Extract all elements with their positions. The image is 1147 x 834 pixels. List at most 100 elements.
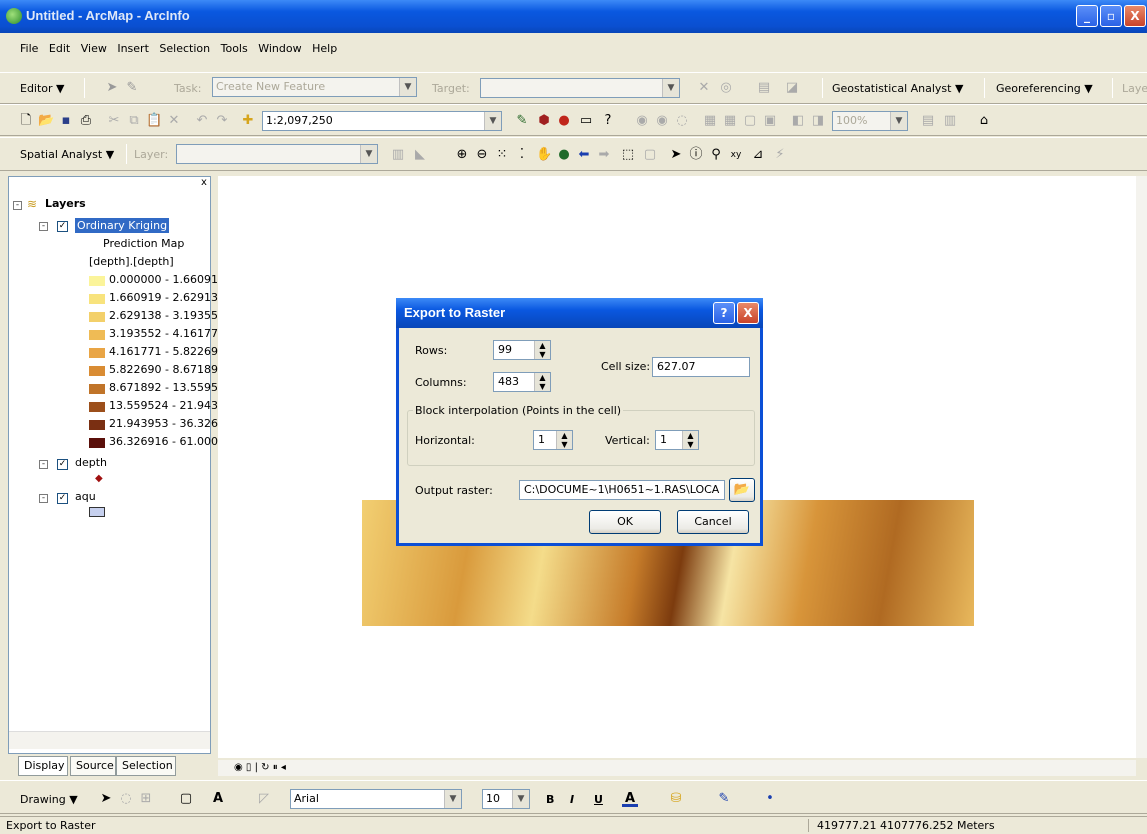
browse-folder-button[interactable]: 📂: [729, 478, 755, 502]
layers-root[interactable]: Layers: [45, 197, 86, 210]
horizontal-input[interactable]: 1 ▲ ▼: [533, 430, 573, 450]
georef-fit-icon[interactable]: ▢: [742, 113, 758, 129]
select-elements-icon[interactable]: ➤: [668, 147, 684, 163]
command-line-icon[interactable]: ▭: [578, 113, 594, 129]
toolbox-icon[interactable]: ⌂: [976, 113, 992, 129]
font-color-icon[interactable]: A: [622, 791, 638, 807]
zoom-percent-combo[interactable]: 100% ▼: [832, 111, 908, 131]
font-size-combo[interactable]: 10 ▼: [482, 789, 530, 809]
task-combo[interactable]: Create New Feature ▼: [212, 77, 417, 97]
attributes-icon[interactable]: ▤: [756, 80, 772, 96]
select-elements-icon[interactable]: ➤: [98, 791, 114, 807]
layout-prev-icon[interactable]: ◧: [790, 113, 806, 129]
layer-aqu[interactable]: aqu: [75, 490, 96, 503]
copy-icon[interactable]: ⧉: [126, 113, 142, 129]
aqu-collapse-icon[interactable]: -: [39, 494, 48, 503]
italic-button[interactable]: I: [570, 793, 574, 806]
sketch-pencil-icon[interactable]: ✎: [124, 80, 140, 96]
bold-button[interactable]: B: [546, 793, 554, 806]
drawing-dropdown[interactable]: Drawing ▼: [20, 793, 78, 806]
delete-icon[interactable]: ✕: [166, 113, 182, 129]
menu-edit[interactable]: Edit: [49, 42, 70, 55]
tab-source[interactable]: Source: [70, 756, 116, 776]
georef-table-icon[interactable]: ▣: [762, 113, 778, 129]
fixed-zoom-in-icon[interactable]: ⁙: [494, 147, 510, 163]
layer-combo[interactable]: ▼: [176, 144, 378, 164]
zoom-out-icon[interactable]: ⊖: [474, 147, 490, 163]
layer-depth[interactable]: depth: [75, 456, 107, 469]
previous-extent-icon[interactable]: ⬅: [576, 147, 592, 163]
page-view-icon[interactable]: ▤: [920, 113, 936, 129]
save-icon[interactable]: ▪: [58, 113, 74, 129]
georef-shift-icon[interactable]: ▦: [722, 113, 738, 129]
rows-input[interactable]: 99 ▲ ▼: [493, 340, 551, 360]
new-document-icon[interactable]: 🗋: [18, 113, 34, 129]
vertical-input[interactable]: 1 ▲ ▼: [655, 430, 699, 450]
target-combo[interactable]: ▼: [480, 78, 680, 98]
next-extent-icon[interactable]: ➡: [596, 147, 612, 163]
georeferencing-dropdown[interactable]: Georeferencing ▼: [996, 82, 1093, 95]
callout-icon[interactable]: ◸: [256, 791, 272, 807]
menu-tools[interactable]: Tools: [221, 42, 248, 55]
undo-icon[interactable]: ↶: [194, 113, 210, 129]
histogram-icon[interactable]: ▥: [390, 147, 406, 163]
sketch-properties-icon[interactable]: ◎: [718, 80, 734, 96]
page-width-icon[interactable]: ▥: [942, 113, 958, 129]
hyperlink-icon[interactable]: ⚡: [772, 147, 788, 163]
line-color-icon[interactable]: ✎: [716, 791, 732, 807]
menu-selection[interactable]: Selection: [159, 42, 210, 55]
map-vertical-scrollbar[interactable]: [1136, 176, 1147, 758]
dialog-close-button[interactable]: X: [737, 302, 759, 324]
cancel-button[interactable]: Cancel: [677, 510, 749, 534]
tab-display[interactable]: Display: [18, 756, 68, 776]
add-data-icon[interactable]: ✚: [240, 113, 256, 129]
layer-ordinary-kriging[interactable]: Ordinary Kriging: [75, 218, 170, 233]
cell-size-input[interactable]: 627.07: [652, 357, 750, 377]
layers-collapse-icon[interactable]: -: [13, 201, 22, 210]
full-extent-globe-icon[interactable]: ●: [556, 147, 572, 163]
aqu-checkbox[interactable]: ✓: [57, 493, 68, 504]
menu-insert[interactable]: Insert: [117, 42, 149, 55]
text-tool-icon[interactable]: A: [210, 791, 226, 807]
zoom-whole-page-icon[interactable]: ⊞: [138, 791, 154, 807]
arccatalog-icon[interactable]: ●: [556, 113, 572, 129]
cut-icon[interactable]: ✂: [106, 113, 122, 129]
layout-next-icon[interactable]: ◨: [810, 113, 826, 129]
geostatistical-analyst-dropdown[interactable]: Geostatistical Analyst ▼: [832, 82, 963, 95]
rectangle-icon[interactable]: ▢: [178, 791, 194, 807]
rotate-icon[interactable]: ◌: [118, 791, 134, 807]
delete-sketch-icon[interactable]: ✕: [696, 80, 712, 96]
topology-icon[interactable]: ◪: [784, 80, 800, 96]
georef-scale-icon[interactable]: ▦: [702, 113, 718, 129]
georef-tools-icon[interactable]: ◉: [634, 113, 650, 129]
redo-icon[interactable]: ↷: [214, 113, 230, 129]
go-to-xy-icon[interactable]: xy: [728, 147, 744, 163]
print-icon[interactable]: ⎙: [78, 113, 94, 129]
minimize-button[interactable]: _: [1076, 5, 1098, 27]
zoom-in-icon[interactable]: ⊕: [454, 147, 470, 163]
columns-input[interactable]: 483 ▲ ▼: [493, 372, 551, 392]
fixed-zoom-out-icon[interactable]: ⁚: [514, 147, 530, 163]
ordinary-kriging-collapse-icon[interactable]: -: [39, 222, 48, 231]
menu-help[interactable]: Help: [312, 42, 337, 55]
whats-this-icon[interactable]: ?: [600, 113, 616, 129]
ok-button[interactable]: OK: [589, 510, 661, 534]
menu-window[interactable]: Window: [258, 42, 301, 55]
menu-file[interactable]: File: [20, 42, 38, 55]
identify-slope-icon[interactable]: ◣: [412, 147, 428, 163]
depth-checkbox[interactable]: ✓: [57, 459, 68, 470]
output-raster-input[interactable]: C:\DOCUME~1\H0651~1.RAS\LOCA: [519, 480, 725, 500]
ordinary-kriging-checkbox[interactable]: ✓: [57, 221, 68, 232]
maximize-button[interactable]: ▫: [1100, 5, 1122, 27]
map-horizontal-scrollbar[interactable]: [218, 760, 1136, 776]
measure-icon[interactable]: ⊿: [750, 147, 766, 163]
georef-rotate-icon[interactable]: ◌: [674, 113, 690, 129]
find-binoculars-icon[interactable]: ⚲: [708, 147, 724, 163]
dialog-help-button[interactable]: ?: [713, 302, 735, 324]
identify-icon[interactable]: ⓘ: [688, 147, 704, 163]
marker-color-icon[interactable]: •: [762, 791, 778, 807]
paste-icon[interactable]: 📋: [146, 113, 162, 129]
clear-selection-icon[interactable]: ▢: [642, 147, 658, 163]
toc-close-icon[interactable]: x: [201, 177, 207, 188]
arctoolbox-icon[interactable]: ⬢: [536, 113, 552, 129]
